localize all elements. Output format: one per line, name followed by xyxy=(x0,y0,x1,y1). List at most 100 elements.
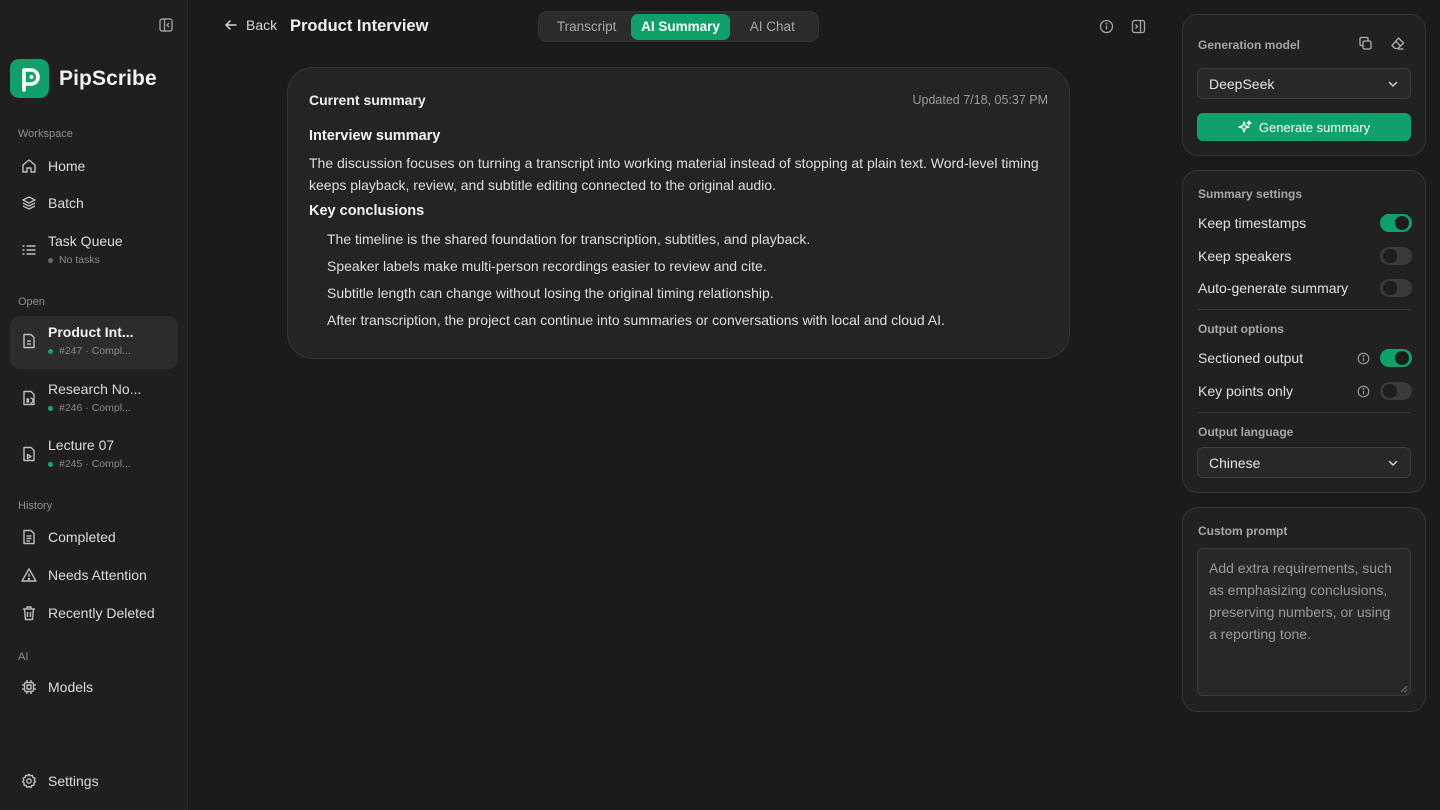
custom-prompt-placeholder: Add extra requirements, such as emphasiz… xyxy=(1209,560,1392,642)
sidebar-item-task-queue[interactable]: Task Queue No tasks xyxy=(10,225,178,273)
sidebar-item-lecture-07[interactable]: Lecture 07 #245 · Compl... xyxy=(10,429,178,477)
item-status: #246 · Compl... xyxy=(48,402,141,414)
summary-settings-panel: Summary settings Keep timestamps Keep sp… xyxy=(1182,170,1426,493)
chevron-down-icon xyxy=(1387,78,1399,90)
summary-heading: Current summary xyxy=(309,92,426,108)
sidebar-item-label: Needs Attention xyxy=(48,567,147,583)
summary-card-header: Current summary Updated 7/18, 05:37 PM xyxy=(309,92,1048,108)
toggle-panel-icon[interactable] xyxy=(1131,19,1146,34)
back-button[interactable]: Back xyxy=(216,17,277,33)
info-icon[interactable] xyxy=(1357,385,1370,398)
setting-keep-speakers: Keep speakers xyxy=(1198,246,1412,266)
summary-paragraph: The discussion focuses on turning a tran… xyxy=(309,155,1039,193)
sectioned-output-toggle[interactable] xyxy=(1380,349,1412,367)
output-language-value: Chinese xyxy=(1209,454,1261,471)
status-dot xyxy=(48,257,53,263)
layers-icon xyxy=(21,195,37,211)
resize-handle-icon[interactable] xyxy=(1400,685,1408,693)
item-status-text: #247 · Compl... xyxy=(59,345,131,357)
home-icon xyxy=(21,158,37,174)
status-dot xyxy=(48,405,53,411)
setting-label: Key points only xyxy=(1198,383,1293,399)
gear-icon xyxy=(21,773,37,789)
tab-transcript[interactable]: Transcript xyxy=(542,14,631,40)
setting-key-points-only: Key points only xyxy=(1198,381,1412,401)
section-label-open: Open xyxy=(18,296,45,308)
task-status-text: No tasks xyxy=(59,254,100,266)
item-status-text: #246 · Compl... xyxy=(59,402,131,414)
sidebar-item-home[interactable]: Home xyxy=(10,150,178,182)
alert-icon xyxy=(21,567,37,583)
generate-summary-button[interactable]: Generate summary xyxy=(1197,113,1411,141)
sidebar-item-label: Lecture 07 xyxy=(48,437,115,453)
sidebar-item-recently-deleted[interactable]: Recently Deleted xyxy=(10,597,178,629)
copy-icon[interactable] xyxy=(1358,36,1373,51)
file-text-icon xyxy=(21,529,37,545)
generation-panel: Generation model DeepSeek Generate summa… xyxy=(1182,14,1426,156)
sidebar-item-models[interactable]: Models xyxy=(10,671,178,703)
section-label-ai: AI xyxy=(18,651,29,663)
list-icon xyxy=(21,242,37,258)
conclusions-title: Key conclusions xyxy=(309,203,425,219)
sidebar-item-settings[interactable]: Settings xyxy=(10,765,178,797)
setting-label: Keep timestamps xyxy=(1198,215,1307,231)
updated-timestamp: Updated 7/18, 05:37 PM xyxy=(912,93,1048,107)
sidebar-item-label: Home xyxy=(48,158,86,174)
setting-keep-timestamps: Keep timestamps xyxy=(1198,213,1412,233)
sidebar-item-research-notes[interactable]: Research No... #246 · Compl... xyxy=(10,373,178,421)
setting-label: Keep speakers xyxy=(1198,248,1292,264)
sidebar-item-label: Task Queue xyxy=(48,233,123,249)
item-status: #247 · Compl... xyxy=(48,345,134,357)
section-label-workspace: Workspace xyxy=(18,128,73,140)
sidebar-item-product-interview[interactable]: Product Int... #247 · Compl... xyxy=(10,316,178,369)
brand: PipScribe xyxy=(10,59,157,98)
task-status: No tasks xyxy=(48,254,123,266)
eraser-icon[interactable] xyxy=(1390,36,1405,51)
conclusion-item: Speaker labels make multi-person recordi… xyxy=(327,258,767,274)
setting-auto-generate: Auto-generate summary xyxy=(1198,278,1412,298)
file-video-icon xyxy=(21,446,37,462)
setting-label: Sectioned output xyxy=(1198,350,1304,366)
sidebar: PipScribe Workspace Home Batch Task Queu… xyxy=(0,0,188,810)
keep-timestamps-toggle[interactable] xyxy=(1380,214,1412,232)
sidebar-item-label: Research No... xyxy=(48,381,142,397)
tab-ai-chat[interactable]: AI Chat xyxy=(730,14,815,40)
conclusion-item: The timeline is the shared foundation fo… xyxy=(327,231,811,247)
sidebar-item-needs-attention[interactable]: Needs Attention xyxy=(10,559,178,591)
keep-speakers-toggle[interactable] xyxy=(1380,247,1412,265)
info-icon[interactable] xyxy=(1357,352,1370,365)
sidebar-item-label: Settings xyxy=(48,773,99,789)
divider xyxy=(1198,412,1411,413)
chevron-down-icon xyxy=(1387,457,1399,469)
divider xyxy=(1198,309,1411,310)
section-label-history: History xyxy=(18,500,53,512)
status-dot xyxy=(48,461,53,467)
item-status: #245 · Compl... xyxy=(48,458,131,470)
sidebar-item-label: Completed xyxy=(48,529,116,545)
conclusion-item: Subtitle length can change without losin… xyxy=(327,285,774,301)
tab-ai-summary[interactable]: AI Summary xyxy=(631,13,730,40)
generation-model-label: Generation model xyxy=(1198,38,1301,52)
output-options-label: Output options xyxy=(1198,322,1284,336)
info-icon[interactable] xyxy=(1099,19,1114,34)
trash-icon xyxy=(21,605,37,621)
collapse-sidebar-icon[interactable] xyxy=(157,16,175,34)
conclusions-list: The timeline is the shared foundation fo… xyxy=(309,226,1048,334)
model-select[interactable]: DeepSeek xyxy=(1197,68,1411,99)
setting-label: Auto-generate summary xyxy=(1198,280,1349,296)
output-language-select[interactable]: Chinese xyxy=(1197,447,1411,478)
file-audio-icon xyxy=(21,390,37,406)
back-label: Back xyxy=(246,17,278,33)
pipscribe-logo-icon xyxy=(10,59,49,98)
item-status-text: #245 · Compl... xyxy=(59,458,131,470)
setting-controls xyxy=(1357,382,1412,400)
custom-prompt-input[interactable]: Add extra requirements, such as emphasiz… xyxy=(1197,548,1411,696)
auto-generate-toggle[interactable] xyxy=(1380,279,1412,297)
key-points-only-toggle[interactable] xyxy=(1380,382,1412,400)
sidebar-item-batch[interactable]: Batch xyxy=(10,187,178,219)
sidebar-item-completed[interactable]: Completed xyxy=(10,521,178,553)
output-language-label: Output language xyxy=(1198,425,1294,439)
summary-section-title: Interview summary xyxy=(309,128,441,144)
sidebar-item-label: Batch xyxy=(48,195,84,211)
arrow-left-icon xyxy=(223,17,239,33)
